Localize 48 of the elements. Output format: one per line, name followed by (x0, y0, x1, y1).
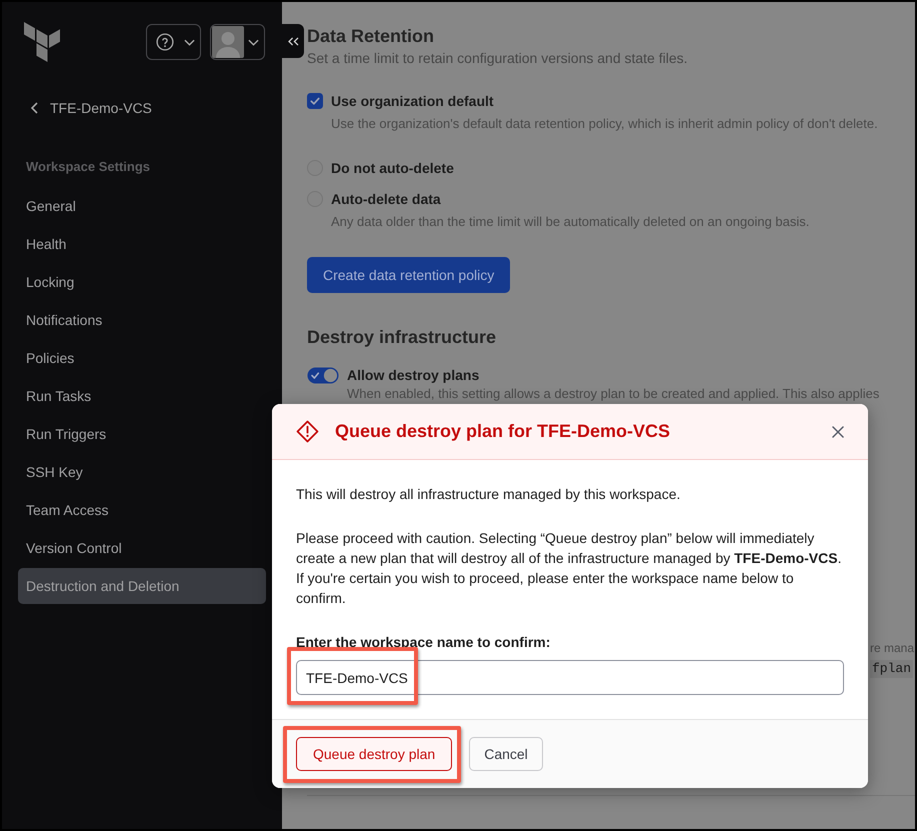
chevron-down-icon (184, 38, 195, 46)
collapse-sidebar-button[interactable] (282, 24, 304, 58)
dialog-text: Please proceed with caution. Selecting “Queue destroy plan” below will immediately create a new plan that will destroy all of the infrastructure managed by TFE-Demo-VCS. If you're certain you wish to proceed, please enter the workspace name below to confirm. (296, 529, 842, 608)
back-link[interactable]: TFE-Demo-VCS (31, 98, 152, 118)
body-text: re mana (870, 640, 914, 656)
user-menu-button[interactable] (210, 24, 265, 60)
dialog-text: This will destroy all infrastructure managed by this workspace. (296, 485, 682, 504)
sidebar-item[interactable]: Locking (18, 264, 266, 300)
section-title: Workspace Settings (26, 159, 150, 175)
sidebar-item[interactable]: Health (18, 226, 266, 262)
sidebar-item[interactable]: Run Triggers (18, 416, 266, 452)
avatar-icon (212, 26, 244, 58)
option-label: Auto-delete data (331, 190, 441, 209)
double-chevron-left-icon (288, 36, 298, 46)
chevron-down-icon (248, 38, 259, 46)
logo-icon (24, 22, 60, 62)
sidebar-item[interactable]: Version Control (18, 530, 266, 566)
section-subtitle: Set a time limit to retain configuration versions and state files. (307, 49, 688, 68)
section-heading: Destroy infrastructure (307, 326, 496, 349)
option-description: Any data older than the time limit will be automatically deleted on an ongoing basis. (331, 213, 810, 231)
create-policy-button[interactable]: Create data retention policy (307, 257, 510, 293)
sidebar-item[interactable]: Destruction and Deletion (18, 568, 266, 604)
help-icon (156, 33, 174, 51)
dialog-title: Queue destroy plan for TFE-Demo-VCS (335, 421, 670, 442)
option-label: Do not auto-delete (331, 159, 454, 178)
option-description: When enabled, this setting allows a destroy plan to be created and applied. This also applies (347, 386, 880, 402)
sidebar-item[interactable]: Policies (18, 340, 266, 376)
warning-icon (296, 420, 319, 443)
sidebar-item[interactable]: Run Tasks (18, 378, 266, 414)
sidebar-item[interactable]: Notifications (18, 302, 266, 338)
sidebar-item[interactable]: General (18, 188, 266, 224)
cancel-button[interactable]: Cancel (469, 737, 543, 771)
toggle-label: Allow destroy plans (347, 366, 480, 385)
toggle-switch[interactable] (307, 366, 339, 384)
field-label: Enter the workspace name to confirm: (296, 633, 552, 652)
close-button[interactable] (832, 426, 844, 438)
help-menu-button[interactable] (146, 24, 201, 60)
sidebar-item[interactable]: SSH Key (18, 454, 266, 490)
checkbox[interactable] (307, 93, 323, 109)
option-description: Use the organization's default data retention policy, which is inherit admin policy of don't delete. (331, 115, 878, 133)
code-snippet: fplan (870, 660, 914, 678)
sidebar-item[interactable]: Team Access (18, 492, 266, 528)
section-heading: Data Retention (307, 25, 434, 48)
option-label: Use organization default (331, 92, 494, 111)
chevron-left-icon (31, 102, 38, 114)
queue-destroy-button[interactable]: Queue destroy plan (296, 737, 452, 771)
close-icon (832, 426, 844, 438)
workspace-name-input[interactable]: TFE-Demo-VCS (296, 660, 844, 695)
